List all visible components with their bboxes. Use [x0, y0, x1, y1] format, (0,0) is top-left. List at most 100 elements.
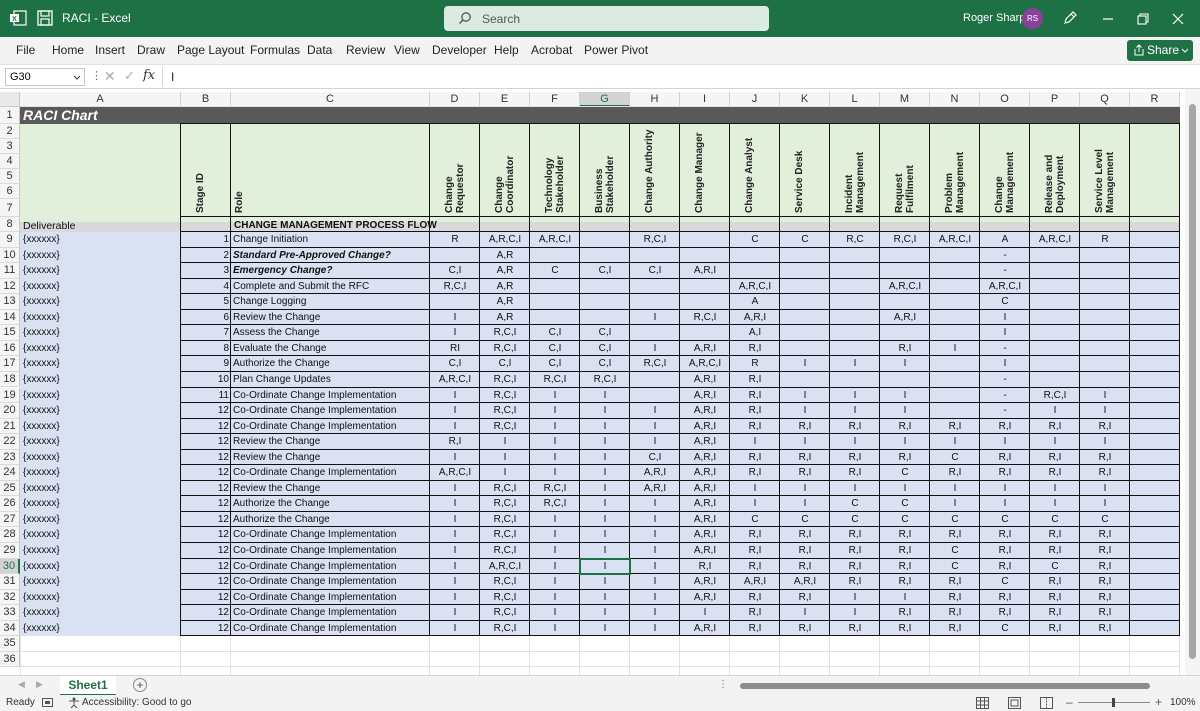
- raci-cell[interactable]: A,R,C,I: [730, 279, 780, 294]
- raci-cell[interactable]: R,I: [1080, 450, 1130, 465]
- row-header[interactable]: 27: [0, 511, 20, 528]
- row-header[interactable]: 20: [0, 403, 20, 419]
- column-header-a[interactable]: A: [20, 92, 181, 107]
- menu-developer[interactable]: Developer: [432, 43, 487, 57]
- deliverable-cell[interactable]: {xxxxxx}: [23, 294, 60, 309]
- raci-cell[interactable]: I: [1080, 496, 1130, 511]
- raci-cell[interactable]: R,I: [880, 527, 930, 542]
- cancel-icon[interactable]: ✕: [104, 68, 116, 85]
- raci-cell[interactable]: R,I: [880, 574, 930, 589]
- stage-id-cell[interactable]: 11: [181, 388, 229, 403]
- deliverable-cell[interactable]: {xxxxxx}: [23, 450, 60, 465]
- raci-cell[interactable]: R,I: [980, 450, 1030, 465]
- raci-cell[interactable]: A,R,C,I: [930, 232, 980, 247]
- raci-cell[interactable]: C,I: [530, 325, 580, 340]
- raci-cell[interactable]: C,I: [430, 263, 480, 278]
- stage-id-cell[interactable]: 12: [181, 419, 229, 434]
- raci-cell[interactable]: R,I: [730, 465, 780, 480]
- raci-cell[interactable]: I: [580, 388, 630, 403]
- deliverable-cell[interactable]: {xxxxxx}: [23, 356, 60, 371]
- raci-cell[interactable]: C: [930, 450, 980, 465]
- prev-sheet-icon[interactable]: ◀: [18, 679, 25, 690]
- raci-cell[interactable]: A,R: [480, 279, 530, 294]
- raci-cell[interactable]: R,C,I: [480, 590, 530, 605]
- formula-input[interactable]: I: [162, 67, 1192, 87]
- zoom-in-button[interactable]: +: [1155, 695, 1162, 709]
- row-header[interactable]: 11: [0, 263, 20, 279]
- menu-review[interactable]: Review: [346, 43, 385, 57]
- stage-id-cell[interactable]: 5: [181, 294, 229, 309]
- stage-id-cell[interactable]: 12: [181, 559, 229, 574]
- raci-cell[interactable]: I: [930, 341, 980, 356]
- role-cell[interactable]: Authorize the Change: [233, 512, 330, 527]
- page-break-view-icon[interactable]: [1040, 697, 1053, 709]
- raci-cell[interactable]: I: [430, 590, 480, 605]
- raci-cell[interactable]: A,R,C,I: [680, 356, 730, 371]
- zoom-out-button[interactable]: –: [1066, 695, 1073, 709]
- raci-cell[interactable]: R,I: [930, 605, 980, 620]
- raci-cell[interactable]: I: [430, 388, 480, 403]
- raci-cell[interactable]: C,I: [480, 356, 530, 371]
- raci-cell[interactable]: R,I: [730, 450, 780, 465]
- accessibility-status[interactable]: Accessibility: Good to go: [82, 697, 192, 708]
- raci-cell[interactable]: R,I: [780, 543, 830, 558]
- row-header[interactable]: 16: [0, 340, 20, 357]
- raci-cell[interactable]: I: [830, 403, 880, 418]
- raci-cell[interactable]: R,I: [880, 605, 930, 620]
- raci-cell[interactable]: R,I: [830, 543, 880, 558]
- raci-cell[interactable]: R,I: [830, 621, 880, 636]
- role-cell[interactable]: Co-Ordinate Change Implementation: [233, 605, 396, 620]
- raci-cell[interactable]: C: [830, 512, 880, 527]
- raci-cell[interactable]: R,I: [880, 559, 930, 574]
- deliverable-cell[interactable]: {xxxxxx}: [23, 605, 60, 620]
- raci-cell[interactable]: R,I: [730, 419, 780, 434]
- raci-cell[interactable]: R,C,I: [630, 356, 680, 371]
- stage-id-cell[interactable]: 6: [181, 310, 229, 325]
- row-header[interactable]: 25: [0, 480, 20, 497]
- raci-cell[interactable]: R,C,I: [480, 481, 530, 496]
- raci-cell[interactable]: I: [530, 543, 580, 558]
- row-header[interactable]: 34: [0, 620, 20, 637]
- raci-cell[interactable]: C: [930, 543, 980, 558]
- raci-cell[interactable]: I: [430, 512, 480, 527]
- raci-cell[interactable]: A,R,I: [680, 419, 730, 434]
- raci-cell[interactable]: A,R,I: [730, 574, 780, 589]
- raci-cell[interactable]: R,I: [980, 527, 1030, 542]
- deliverable-cell[interactable]: {xxxxxx}: [23, 263, 60, 278]
- raci-cell[interactable]: A,R,I: [630, 481, 680, 496]
- role-cell[interactable]: Co-Ordinate Change Implementation: [233, 465, 396, 480]
- raci-cell[interactable]: R,I: [730, 543, 780, 558]
- raci-cell[interactable]: A: [980, 232, 1030, 247]
- raci-cell[interactable]: C,I: [580, 263, 630, 278]
- raci-cell[interactable]: I: [780, 356, 830, 371]
- deliverable-cell[interactable]: {xxxxxx}: [23, 465, 60, 480]
- raci-cell[interactable]: A,R,I: [680, 574, 730, 589]
- raci-cell[interactable]: I: [530, 590, 580, 605]
- stage-id-cell[interactable]: 12: [181, 621, 229, 636]
- raci-cell[interactable]: I: [580, 465, 630, 480]
- raci-cell[interactable]: R,C,I: [480, 527, 530, 542]
- role-cell[interactable]: Assess the Change: [233, 325, 320, 340]
- raci-cell[interactable]: A,R,C,I: [880, 279, 930, 294]
- raci-cell[interactable]: R,I: [1030, 527, 1080, 542]
- raci-cell[interactable]: R,C,I: [480, 512, 530, 527]
- raci-cell[interactable]: C: [1030, 512, 1080, 527]
- raci-cell[interactable]: I: [630, 590, 680, 605]
- deliverable-cell[interactable]: {xxxxxx}: [23, 559, 60, 574]
- pen-icon[interactable]: [1062, 10, 1078, 26]
- menu-home[interactable]: Home: [52, 43, 84, 57]
- raci-cell[interactable]: I: [980, 356, 1030, 371]
- raci-cell[interactable]: R,C,I: [480, 372, 530, 387]
- stage-id-cell[interactable]: 12: [181, 512, 229, 527]
- row-header[interactable]: 9: [0, 232, 20, 248]
- raci-cell[interactable]: R,I: [1080, 605, 1130, 620]
- raci-cell[interactable]: R,C,I: [480, 419, 530, 434]
- raci-cell[interactable]: I: [430, 496, 480, 511]
- raci-cell[interactable]: I: [580, 419, 630, 434]
- raci-cell[interactable]: R,I: [780, 559, 830, 574]
- raci-cell[interactable]: R,I: [1030, 419, 1080, 434]
- menu-power-pivot[interactable]: Power Pivot: [584, 43, 648, 57]
- raci-cell[interactable]: I: [1030, 403, 1080, 418]
- raci-cell[interactable]: R,I: [730, 621, 780, 636]
- raci-cell[interactable]: I: [630, 605, 680, 620]
